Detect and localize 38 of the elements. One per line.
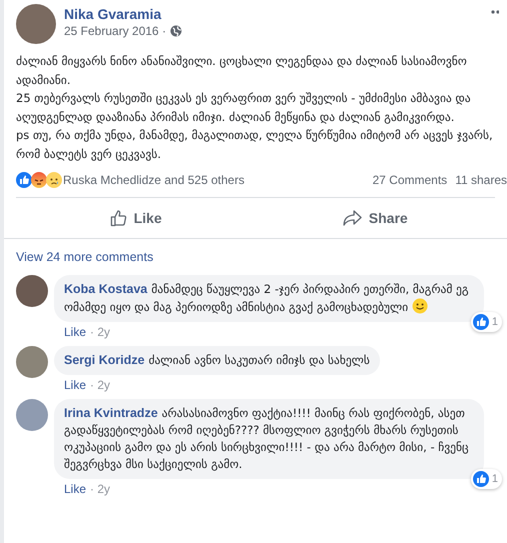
post-text: ps თუ, რა თქმა უნდა, მანამდე, მაგალითად, ლელა წურწუმია იმიტომ არ აცვეს ჯვარს, რომ ბალეტს ვერ ცეკვავს. xyxy=(16,127,494,163)
like-reaction-icon xyxy=(472,470,489,487)
author-avatar[interactable] xyxy=(16,4,56,44)
like-reaction-icon xyxy=(16,172,32,188)
reaction-summary[interactable]: Ruska Mchedlidze and 525 others xyxy=(63,171,244,189)
comment-text: Koba Kostava მანამდეც წაუყლევა 2 -ჯერ პირდაპირ ეთერში, მაგრამ ეგ ომამდე იყო და მაგ პერიოდზე ამნისტია გვაქ გამოცხადებული xyxy=(64,281,470,316)
commenter-name[interactable]: Koba Kostava xyxy=(64,282,148,296)
reaction-count: 1 xyxy=(492,314,498,330)
thumbs-up-icon xyxy=(110,209,128,227)
shares-count[interactable]: 11 shares xyxy=(455,171,507,189)
like-link[interactable]: Like xyxy=(64,377,86,393)
globe-icon xyxy=(170,25,182,37)
like-button[interactable]: Like xyxy=(16,202,256,234)
comment-text: Irina Kvintradze არასასიამოვნო ფაქტია!!!! მაინც რას ფიქრობენ, ასეთ გადაწყვეტილებას რომ იღებენ???? მსოფლიო გვიჭერს მხარს რუსეთის ოკუპაციის გამო და ეს არის სირცხვილი!!!! - და არა მარტო მისი, - ჩვენც შეგვრცხვა მსი საქციელის გამო. xyxy=(64,405,470,473)
comment-age: · 2y xyxy=(90,377,110,393)
sad-face-icon xyxy=(46,172,62,188)
commenter-avatar[interactable] xyxy=(16,399,48,431)
post-text: ძალიან მიყვარს ნინო ანანიაშვილი. ცოცხალი ლეგენდაა და ძალიან სასიამოვნო ადამიანი. xyxy=(16,53,468,89)
share-button[interactable]: Share xyxy=(256,202,495,234)
commenter-name[interactable]: Irina Kvintradze xyxy=(64,406,158,420)
share-arrow-icon xyxy=(342,210,363,226)
post-text: 25 თებერვალს რუსეთში ცეკვას ეს ვერაფრით ვერ უშველის - უმძიმესი ამბავია და აღუდგენლად დააზიანა პრიმას იმიჯი. ძალიან მეწყინა და ძალიან გამიკვირდა. xyxy=(16,90,472,126)
like-link[interactable]: Like xyxy=(64,324,86,340)
commenter-avatar[interactable] xyxy=(16,275,48,307)
view-more-comments-link[interactable]: View 24 more comments xyxy=(16,250,154,264)
comment-text: Sergi Koridze ძალიან ავნო საკუთარ იმიჯს და სახელს xyxy=(64,352,370,369)
author-name[interactable]: Nika Gvaramia xyxy=(64,5,483,23)
comment-age: · 2y xyxy=(90,481,110,497)
post-date[interactable]: 25 February 2016 · xyxy=(64,23,166,39)
commenter-name[interactable]: Sergi Koridze xyxy=(64,353,145,367)
more-options-icon[interactable] xyxy=(491,10,499,14)
commenter-avatar[interactable] xyxy=(16,346,48,378)
like-link[interactable]: Like xyxy=(64,481,86,497)
comments-count[interactable]: 27 Comments xyxy=(372,171,448,189)
like-reaction-icon xyxy=(472,314,489,330)
angry-face-icon xyxy=(31,172,47,188)
comment-age: · 2y xyxy=(90,324,110,340)
reaction-count: 1 xyxy=(492,472,498,486)
